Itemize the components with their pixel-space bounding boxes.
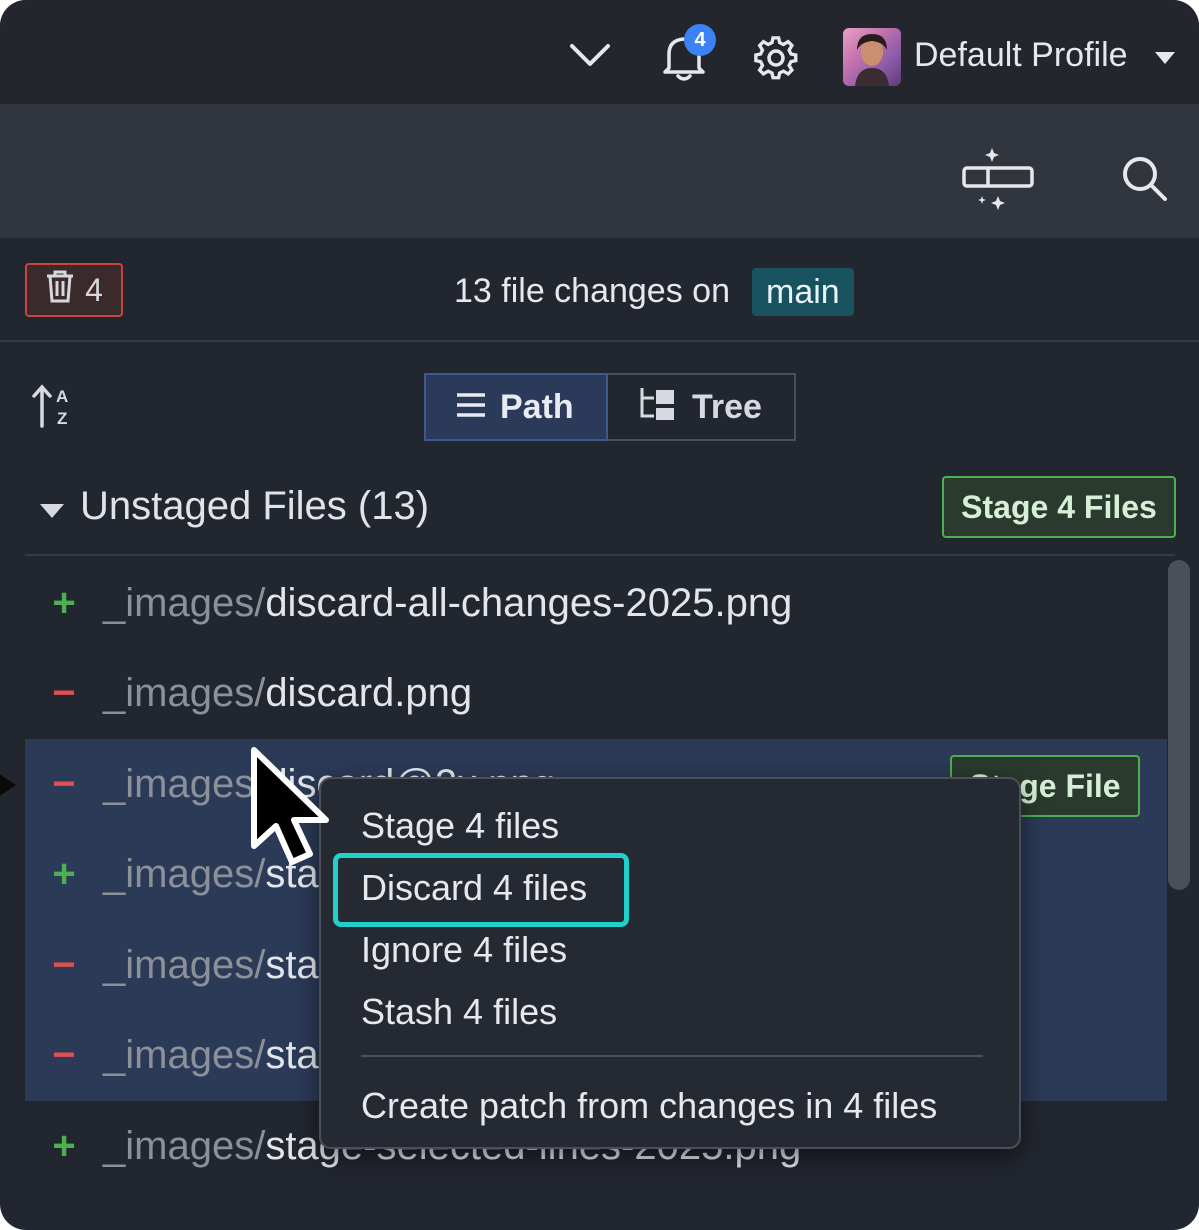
file-dir: _images/ xyxy=(103,942,266,987)
divider xyxy=(25,554,1175,556)
file-dir: _images/ xyxy=(103,1033,266,1078)
branch-badge: main xyxy=(752,268,854,316)
stage-all-button[interactable]: Stage 4 Files xyxy=(942,476,1176,538)
discard-count: 4 xyxy=(85,271,103,308)
status-indicator: + xyxy=(52,580,76,625)
status-indicator: − xyxy=(52,671,76,716)
sort-az-icon[interactable]: A Z xyxy=(30,382,78,435)
tree-icon xyxy=(638,386,678,429)
status-indicator: − xyxy=(52,761,76,806)
scrollbar[interactable] xyxy=(1168,560,1190,890)
top-bar: 4 Default Profile xyxy=(0,0,1199,104)
status-indicator: + xyxy=(52,852,76,897)
menu-separator xyxy=(361,1055,983,1057)
svg-text:Z: Z xyxy=(57,409,67,428)
selection-marker-icon xyxy=(0,765,16,805)
discard-all-button[interactable]: 4 xyxy=(25,263,123,317)
context-menu: Stage 4 files Discard 4 files Ignore 4 f… xyxy=(319,777,1021,1149)
file-name: discard-all-changes-2025.png xyxy=(265,580,793,625)
mouse-cursor-icon xyxy=(248,746,338,875)
file-dir: _images/ xyxy=(103,1123,266,1168)
menu-item-ignore[interactable]: Ignore 4 files xyxy=(361,929,567,971)
file-changes-summary: 13 file changes on xyxy=(454,272,730,310)
file-dir: _images/ xyxy=(103,580,266,625)
list-icon xyxy=(456,388,486,427)
table-row[interactable]: − _images/ discard.png xyxy=(25,649,1167,740)
magic-wand-panel-icon[interactable] xyxy=(958,144,1038,216)
profile-name[interactable]: Default Profile xyxy=(914,36,1128,75)
avatar[interactable] xyxy=(843,28,901,86)
unstaged-section-header[interactable]: Unstaged Files (13) Stage 4 Files xyxy=(0,472,1199,554)
file-dir: _images/ xyxy=(103,671,266,716)
app-window: 4 Default Profile 4 13 file changes on m… xyxy=(0,0,1199,1230)
table-row[interactable]: + _images/ discard-all-changes-2025.png xyxy=(25,558,1167,649)
collapse-caret-icon[interactable] xyxy=(40,504,64,518)
trash-icon xyxy=(45,269,75,311)
notification-badge: 4 xyxy=(684,24,716,56)
gear-icon[interactable] xyxy=(752,34,800,82)
view-toggle: Path Tree xyxy=(424,373,796,441)
path-view-button[interactable]: Path xyxy=(424,373,608,441)
menu-item-create-patch[interactable]: Create patch from changes in 4 files xyxy=(361,1085,937,1127)
file-dir: _images/ xyxy=(103,761,266,806)
chevron-down-icon[interactable] xyxy=(566,36,614,76)
file-dir: _images/ xyxy=(103,852,266,897)
caret-down-icon[interactable] xyxy=(1152,48,1178,68)
tree-view-button[interactable]: Tree xyxy=(608,373,796,441)
menu-item-stash[interactable]: Stash 4 files xyxy=(361,991,557,1033)
file-name: discard.png xyxy=(265,671,473,716)
search-icon[interactable] xyxy=(1118,152,1170,204)
status-indicator: − xyxy=(52,1033,76,1078)
status-indicator: − xyxy=(52,942,76,987)
tree-view-label: Tree xyxy=(692,387,762,426)
status-indicator: + xyxy=(52,1123,76,1168)
toolbar xyxy=(0,104,1199,238)
unstaged-files-title: Unstaged Files (13) xyxy=(80,484,430,528)
path-view-label: Path xyxy=(500,387,574,426)
menu-item-discard[interactable]: Discard 4 files xyxy=(361,867,587,909)
menu-item-stage[interactable]: Stage 4 files xyxy=(361,805,559,847)
svg-text:A: A xyxy=(56,387,68,406)
changes-header: 4 13 file changes on main xyxy=(0,238,1199,342)
